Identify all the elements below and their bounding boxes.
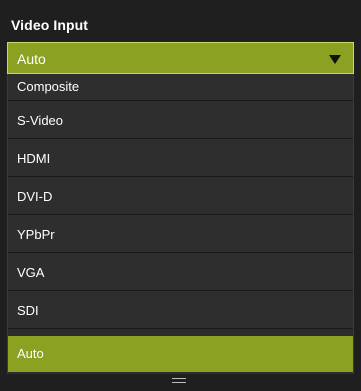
option-label: S-Video xyxy=(17,113,64,128)
video-input-select[interactable]: Auto xyxy=(7,42,354,74)
video-input-options: Composite S-Video HDMI DVI-D YPbPr VGA S… xyxy=(7,74,354,374)
panel-title: Video Input xyxy=(11,17,89,33)
select-value: Auto xyxy=(17,51,46,67)
option-s-video[interactable]: S-Video xyxy=(8,101,353,139)
video-input-panel: Video Input Auto Composite S-Video HDMI … xyxy=(0,0,361,391)
option-hdmi[interactable]: HDMI xyxy=(8,139,353,177)
option-label: Composite xyxy=(17,79,80,94)
option-label: DVI-D xyxy=(17,189,53,204)
option-label: VGA xyxy=(17,265,45,280)
option-sdi[interactable]: SDI xyxy=(8,291,353,329)
option-label: Auto xyxy=(17,346,44,361)
option-label: YPbPr xyxy=(17,227,55,242)
resize-grip-icon[interactable] xyxy=(172,378,186,383)
option-label: SDI xyxy=(17,303,39,318)
option-dvi-d[interactable]: DVI-D xyxy=(8,177,353,215)
option-vga[interactable]: VGA xyxy=(8,253,353,291)
option-ypbpr[interactable]: YPbPr xyxy=(8,215,353,253)
option-auto[interactable]: Auto xyxy=(8,336,353,372)
option-composite[interactable]: Composite xyxy=(8,74,353,101)
option-label: HDMI xyxy=(17,151,51,166)
caret-down-icon[interactable] xyxy=(329,55,341,64)
